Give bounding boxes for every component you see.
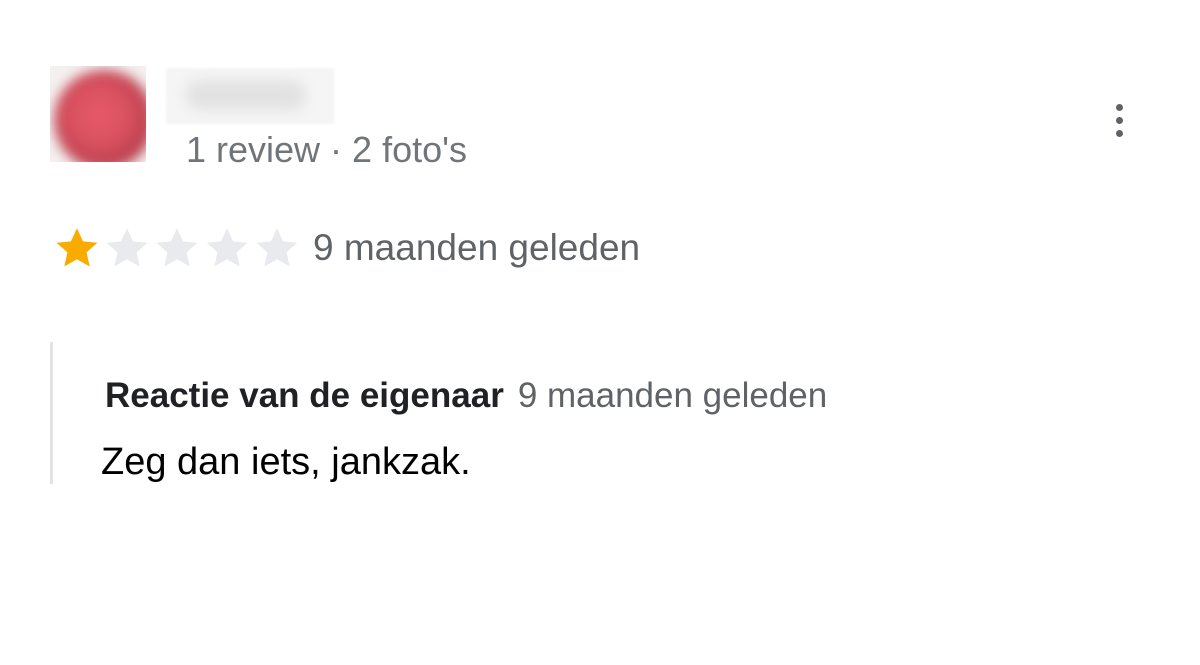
star-rating [52, 222, 302, 274]
more-vert-icon-dot-3 [1116, 130, 1123, 137]
star-empty-icon [256, 228, 298, 267]
avatar[interactable] [50, 66, 146, 162]
reviewer-name-blur-shape [186, 80, 306, 110]
more-vert-icon-dot-2 [1116, 117, 1123, 124]
star-empty-icon [106, 228, 148, 267]
review-card: 1 review · 2 foto's 9 maanden geleden Re… [0, 0, 1200, 665]
owner-response-header: Reactie van de eigenaar 9 maanden geleden [105, 372, 827, 427]
owner-response-text: Zeg dan iets, jankzak. [101, 441, 471, 483]
review-time: 9 maanden geleden [313, 227, 641, 268]
star-empty-icon [156, 228, 198, 267]
reviewer-meta: 1 review · 2 foto's [186, 129, 467, 170]
more-options-button[interactable] [1106, 98, 1134, 146]
more-vert-icon [1116, 104, 1123, 111]
owner-response-label: Reactie van de eigenaar [105, 376, 504, 415]
avatar-image-blurred [54, 70, 146, 162]
owner-response-time: 9 maanden geleden [517, 376, 828, 415]
star-filled-icon [56, 228, 98, 267]
star-empty-icon [206, 228, 248, 267]
owner-response: Reactie van de eigenaar 9 maanden geleden… [50, 342, 1103, 484]
reviewer-name-blurred[interactable] [166, 68, 334, 124]
